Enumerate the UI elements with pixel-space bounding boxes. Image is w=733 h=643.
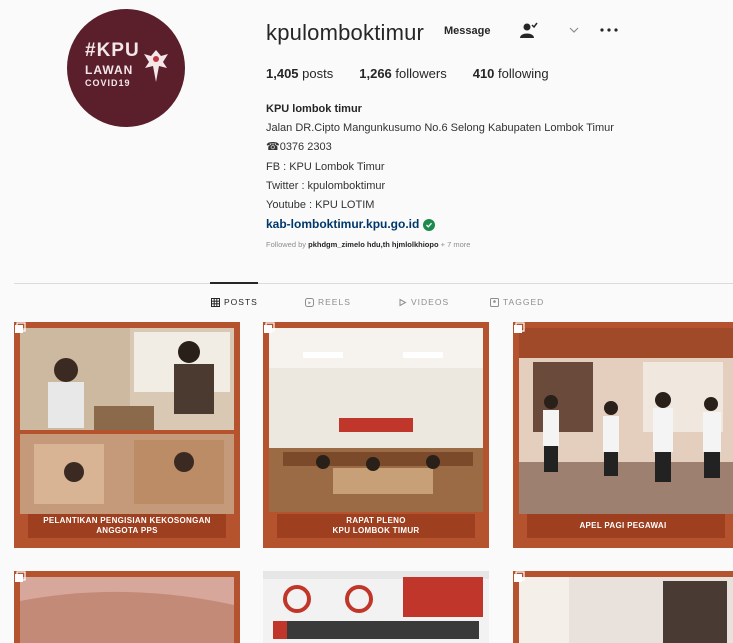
multiple-posts-icon	[514, 571, 525, 582]
profile-display-name: KPU lombok timur	[266, 103, 362, 115]
video-icon	[399, 298, 407, 306]
post-tile[interactable]: PELANTIKAN PENGISIAN KEKOSONGAN ANGGOTA …	[14, 322, 240, 548]
logo-line-1: #KPU	[85, 40, 140, 61]
more-options-icon[interactable]	[598, 24, 620, 36]
post-tile[interactable]	[513, 571, 733, 643]
garuda-icon	[144, 50, 168, 82]
message-button[interactable]: Message	[436, 20, 498, 42]
bio-website-link[interactable]: kab-lomboktimur.kpu.go.id	[266, 215, 614, 234]
bio-twitter: Twitter : kpulomboktimur	[266, 179, 386, 192]
post-image	[513, 322, 733, 548]
post-image	[513, 571, 733, 643]
reels-icon	[305, 297, 314, 307]
grid-icon	[211, 297, 220, 307]
post-tile[interactable]: APEL PAGI PEGAWAI	[513, 322, 733, 548]
website-link-text[interactable]: kab-lomboktimur.kpu.go.id	[266, 215, 419, 234]
post-tile[interactable]	[263, 571, 489, 643]
profile-bio: KPU lombok timur Jalan DR.Cipto Mangunku…	[266, 100, 614, 234]
kpu-logo: #KPU LAWAN COVID19	[79, 38, 173, 98]
tab-videos[interactable]: VIDEOS	[398, 297, 449, 307]
tagged-person-icon	[490, 297, 499, 307]
tabs-divider	[14, 283, 733, 284]
logo-line-2: LAWAN	[85, 63, 134, 77]
multiple-posts-icon	[514, 322, 525, 333]
following-count[interactable]: 410 following	[473, 66, 549, 81]
post-caption: APEL PAGI PEGAWAI	[579, 521, 667, 530]
following-person-icon[interactable]	[518, 22, 538, 40]
logo-line-3: COVID19	[85, 78, 131, 88]
tab-posts[interactable]: POSTS	[211, 297, 258, 307]
profile-username: kpulomboktimur	[266, 20, 425, 45]
tab-tagged[interactable]: TAGGED	[490, 297, 544, 307]
post-image	[14, 571, 240, 643]
posts-count: 1,405 posts	[266, 66, 334, 81]
bio-youtube: Youtube : KPU LOTIM	[266, 199, 375, 212]
multiple-posts-icon	[15, 322, 26, 333]
multiple-posts-icon	[264, 322, 275, 333]
tab-reels[interactable]: REELS	[305, 297, 351, 307]
bio-phone: ☎0376 2303	[266, 141, 332, 154]
post-image	[14, 322, 240, 548]
post-image	[263, 571, 489, 643]
post-caption: RAPAT PLENO KPU LOMBOK TIMUR	[332, 516, 420, 535]
followers-count[interactable]: 1,266 followers	[359, 66, 446, 81]
followed-by-names[interactable]: pkhdgm_zimelo hdu,th hjmlolkhiopo	[308, 240, 438, 249]
multiple-posts-icon	[15, 571, 26, 582]
bio-facebook: FB : KPU Lombok Timur	[266, 160, 385, 173]
post-caption: PELANTIKAN PENGISIAN KEKOSONGAN ANGGOTA …	[43, 516, 211, 535]
verified-badge-icon	[423, 218, 436, 231]
post-tile[interactable]	[14, 571, 240, 643]
profile-stats: 1,405 posts 1,266 followers 410 followin…	[266, 66, 575, 81]
active-tab-indicator	[210, 282, 258, 284]
profile-avatar[interactable]: #KPU LAWAN COVID19	[67, 9, 185, 127]
chevron-down-icon[interactable]	[568, 24, 580, 36]
post-image	[263, 322, 489, 548]
post-tile[interactable]: RAPAT PLENO KPU LOMBOK TIMUR	[263, 322, 489, 548]
followed-by-text[interactable]: Followed by pkhdgm_zimelo hdu,th hjmlolk…	[266, 240, 470, 249]
bio-address: Jalan DR.Cipto Mangunkusumo No.6 Selong …	[266, 122, 614, 135]
